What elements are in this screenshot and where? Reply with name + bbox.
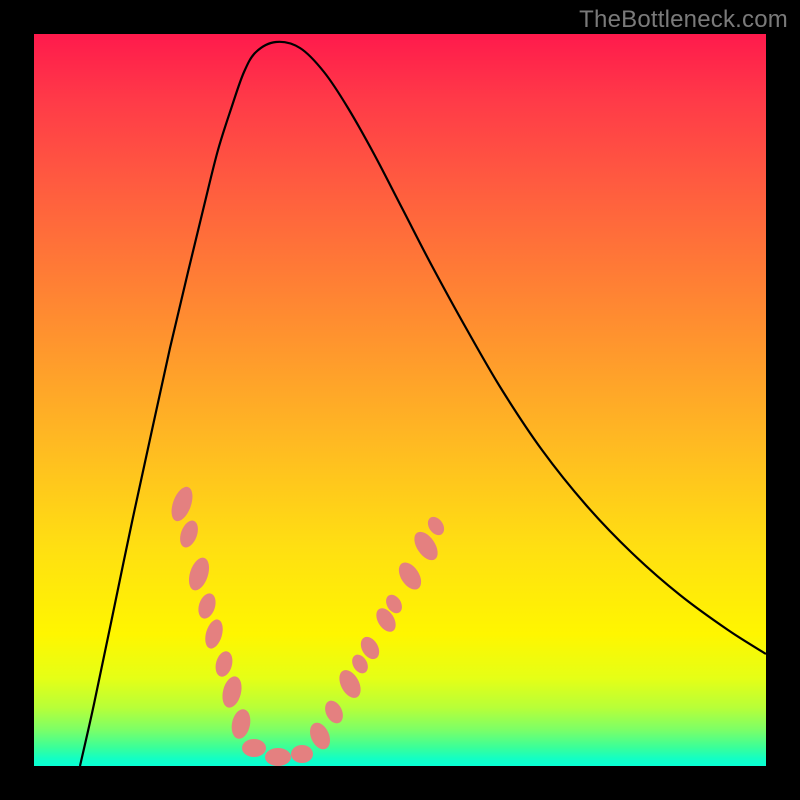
data-beads xyxy=(167,484,447,766)
bead xyxy=(322,698,347,727)
bead xyxy=(242,739,266,757)
bead xyxy=(425,514,448,538)
bead xyxy=(265,748,291,766)
bead xyxy=(185,555,213,593)
bead xyxy=(213,649,235,678)
watermark-text: TheBottleneck.com xyxy=(579,6,788,34)
bead xyxy=(177,518,202,550)
bead xyxy=(394,559,425,594)
bead xyxy=(167,484,196,524)
bead xyxy=(219,674,244,709)
bead xyxy=(202,617,226,650)
bottleneck-chart xyxy=(34,34,766,766)
bead xyxy=(291,745,313,763)
bottleneck-curve xyxy=(80,42,766,766)
bead xyxy=(195,591,218,621)
chart-frame xyxy=(34,34,766,766)
bead xyxy=(306,720,334,753)
bead xyxy=(229,707,253,740)
